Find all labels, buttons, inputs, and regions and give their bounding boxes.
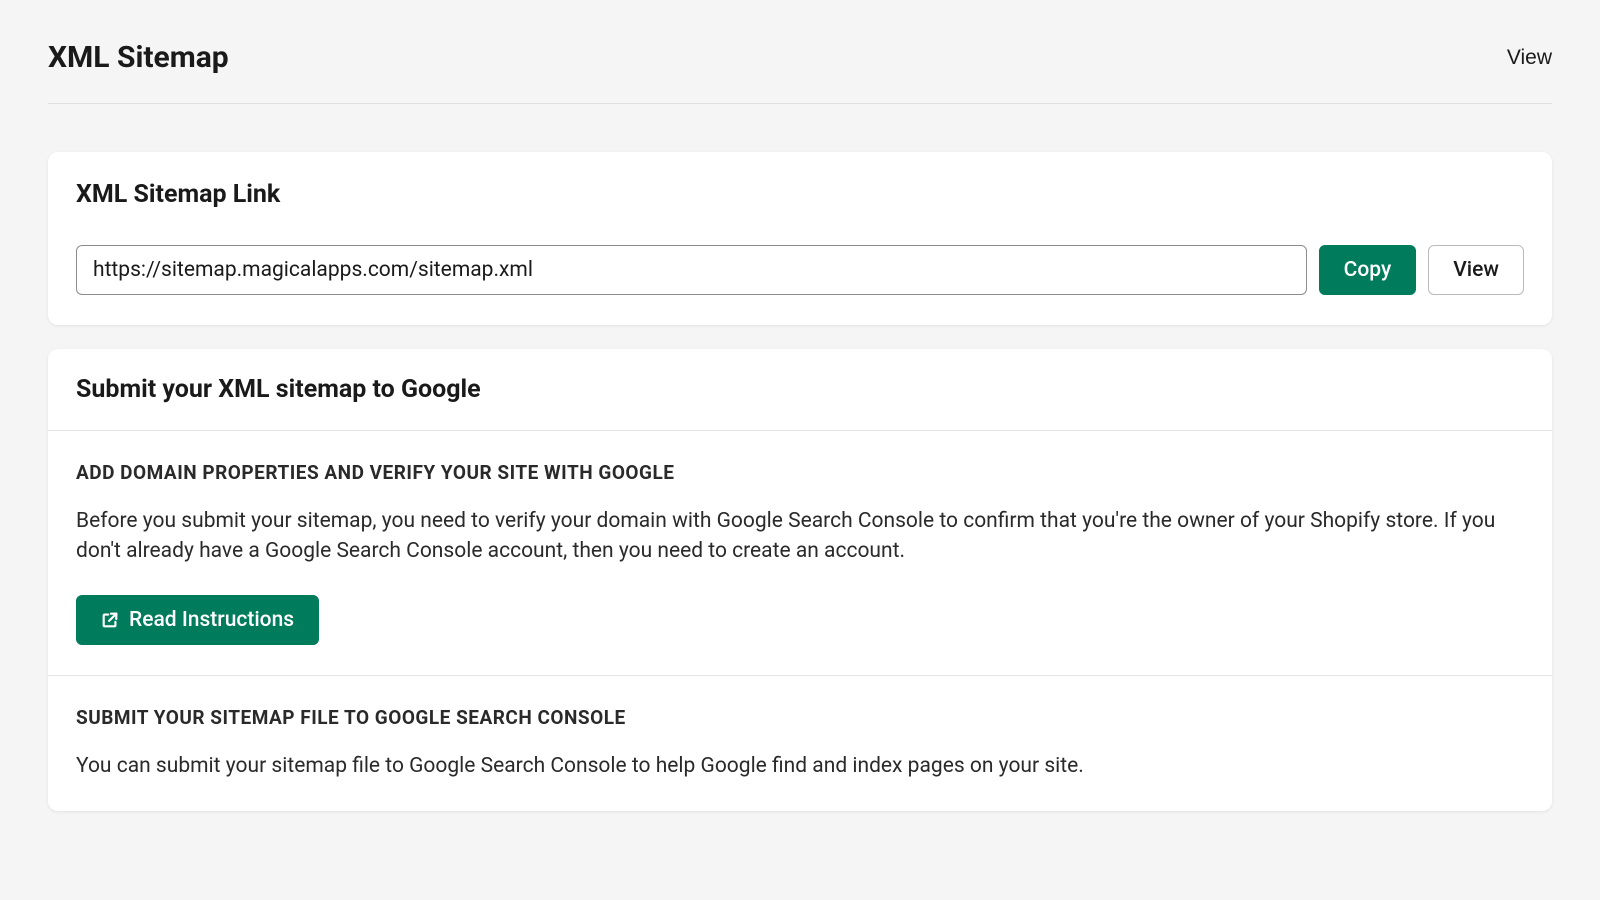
view-button[interactable]: View bbox=[1428, 245, 1524, 295]
submit-file-section: SUBMIT YOUR SITEMAP FILE TO GOOGLE SEARC… bbox=[48, 676, 1552, 811]
sitemap-link-row: Copy View bbox=[76, 245, 1524, 295]
read-instructions-label: Read Instructions bbox=[129, 608, 294, 632]
read-instructions-button[interactable]: Read Instructions bbox=[76, 595, 319, 645]
page-title: XML Sitemap bbox=[48, 40, 229, 75]
submit-card-title: Submit your XML sitemap to Google bbox=[48, 349, 1552, 431]
submit-file-body: You can submit your sitemap file to Goog… bbox=[76, 751, 1524, 781]
page-header: XML Sitemap View bbox=[48, 40, 1552, 104]
sitemap-url-input[interactable] bbox=[76, 245, 1307, 295]
page-container: XML Sitemap View XML Sitemap Link Copy V… bbox=[0, 0, 1600, 811]
header-view-button[interactable]: View bbox=[1507, 46, 1552, 70]
sitemap-link-card: XML Sitemap Link Copy View bbox=[48, 152, 1552, 325]
verify-domain-heading: ADD DOMAIN PROPERTIES AND VERIFY YOUR SI… bbox=[76, 461, 1524, 484]
copy-button[interactable]: Copy bbox=[1319, 245, 1417, 295]
submit-file-heading: SUBMIT YOUR SITEMAP FILE TO GOOGLE SEARC… bbox=[76, 706, 1524, 729]
verify-domain-body: Before you submit your sitemap, you need… bbox=[76, 506, 1524, 567]
sitemap-link-card-title: XML Sitemap Link bbox=[76, 180, 1524, 209]
verify-domain-section: ADD DOMAIN PROPERTIES AND VERIFY YOUR SI… bbox=[48, 431, 1552, 676]
submit-sitemap-card: Submit your XML sitemap to Google ADD DO… bbox=[48, 349, 1552, 811]
external-link-icon bbox=[101, 611, 119, 629]
